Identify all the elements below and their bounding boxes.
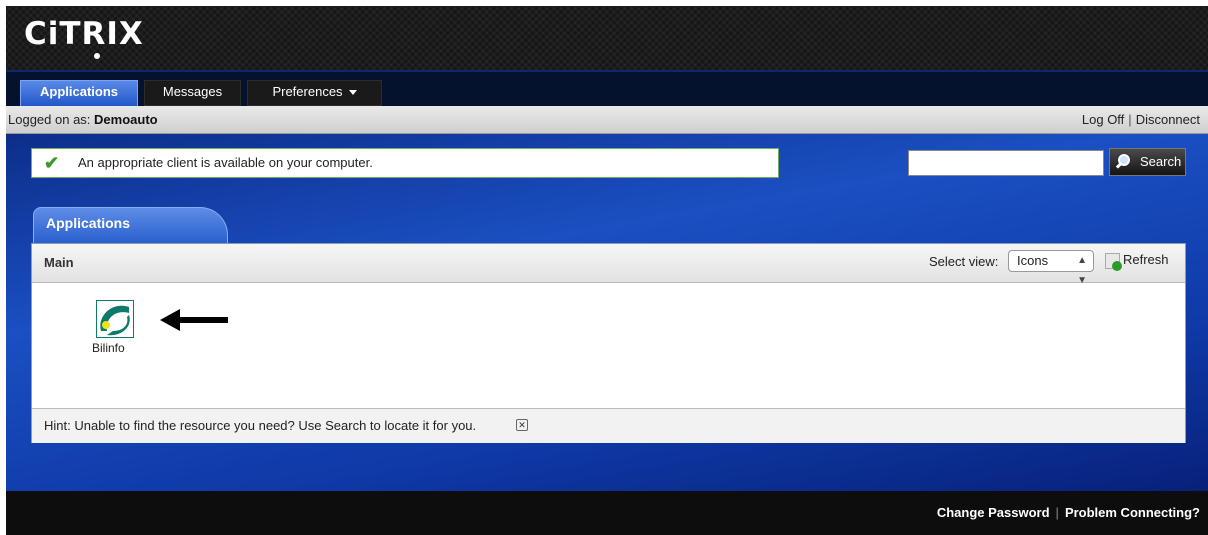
bilinfo-logo-icon	[100, 305, 130, 336]
select-arrows-icon: ▲ ▼	[1077, 255, 1087, 286]
tab-applications[interactable]: Applications	[20, 80, 138, 106]
logo-dot	[94, 53, 100, 59]
refresh-icon	[1105, 252, 1122, 271]
client-notice-text: An appropriate client is available on yo…	[78, 155, 373, 170]
main-area: ✔ An appropriate client is available on …	[6, 134, 1208, 491]
select-view-label: Select view:	[929, 254, 999, 269]
search-button-label: Search	[1140, 154, 1182, 169]
arrow-left-icon	[160, 309, 228, 331]
username: Demoauto	[94, 112, 158, 127]
folder-title: Main	[44, 255, 74, 270]
hint-text: Hint: Unable to find the resource you ne…	[44, 418, 477, 433]
citrix-logo: CiTRIX	[24, 16, 144, 52]
hint-bar: Hint: Unable to find the resource you ne…	[32, 408, 1185, 443]
close-icon[interactable]: ✕	[516, 419, 528, 431]
tab-preferences-label: Preferences	[272, 84, 343, 99]
logged-on-text: Logged on as: Demoauto	[8, 106, 158, 133]
main-nav: Applications Messages Preferences	[6, 70, 1208, 108]
tab-preferences[interactable]: Preferences	[247, 80, 382, 106]
search-button[interactable]: Search	[1109, 148, 1186, 176]
status-bar: Logged on as: Demoauto Log Off | Disconnec…	[6, 106, 1208, 134]
footer-links: Change Password | Problem Connecting?	[937, 505, 1200, 520]
divider: |	[1055, 505, 1059, 520]
refresh-label: Refresh	[1123, 252, 1169, 267]
chevron-down-icon	[348, 90, 357, 96]
panel-header: Main Select view: Icons ▲ ▼ Refresh	[32, 244, 1185, 286]
logged-on-label: Logged on as:	[8, 112, 95, 127]
tab-messages[interactable]: Messages	[144, 80, 241, 106]
footer: Change Password | Problem Connecting?	[6, 491, 1208, 535]
view-select[interactable]: Icons ▲ ▼	[1008, 250, 1094, 286]
search-input[interactable]	[908, 150, 1104, 176]
client-notice: ✔ An appropriate client is available on …	[31, 148, 779, 178]
refresh-button[interactable]: Refresh	[1105, 249, 1169, 271]
problem-connecting-link[interactable]: Problem Connecting?	[1065, 505, 1200, 520]
log-off-link[interactable]: Log Off	[1082, 112, 1124, 127]
checkmark-icon: ✔	[44, 153, 60, 173]
applications-panel: Main Select view: Icons ▲ ▼ Refresh Bilin…	[31, 243, 1186, 443]
divider: |	[1128, 112, 1132, 127]
header: CiTRIX	[6, 6, 1208, 70]
applications-panel-tab[interactable]: Applications	[33, 207, 228, 243]
bilinfo-app-label[interactable]: Bilinfo	[92, 341, 125, 355]
view-select-value: Icons	[1017, 253, 1049, 268]
citrix-web-interface: CiTRIX Applications Messages Preferences…	[6, 6, 1208, 535]
bilinfo-app-icon[interactable]	[96, 300, 134, 338]
disconnect-link[interactable]: Disconnect	[1136, 112, 1200, 127]
change-password-link[interactable]: Change Password	[937, 505, 1050, 520]
session-links: Log Off | Disconnect	[1082, 106, 1200, 133]
